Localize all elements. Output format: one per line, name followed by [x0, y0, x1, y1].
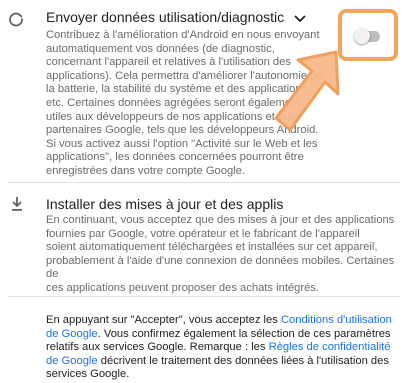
- updates-description: En continuant, vous acceptez que des mis…: [46, 214, 401, 296]
- description-line: Si vous activez aussi l'option "Activité…: [46, 137, 318, 150]
- section-divider: [8, 296, 400, 297]
- updates-title-text: Installer des mises à jour et des applis: [46, 196, 284, 212]
- diagnostic-refresh-icon: [8, 11, 24, 32]
- highlight-arrow: [274, 50, 340, 132]
- download-icon: [10, 196, 24, 217]
- legal-notice: En appuyant sur "Accepter", vous accepte…: [46, 314, 394, 382]
- description-line: ces applications peuvent proposer des ac…: [46, 281, 320, 294]
- section-divider: [8, 182, 400, 183]
- usage-toggle-switch[interactable]: [354, 28, 380, 44]
- description-line: fournies par Google, votre opérateur et …: [46, 227, 360, 240]
- description-line: enregistrées dans votre compte Google.: [46, 164, 245, 177]
- updates-title[interactable]: Installer des mises à jour et des applis: [46, 196, 283, 212]
- description-line: En continuant, vous acceptez que des mis…: [46, 214, 395, 226]
- chevron-down-icon[interactable]: [294, 10, 306, 26]
- legal-text: décrivent le traitement des données liée…: [46, 354, 389, 381]
- description-line: Contribuez à l'amélioration d'Android en…: [46, 29, 320, 41]
- description-line: applications", les données concernées po…: [46, 151, 304, 164]
- description-line: probablement à l'aide d'une connexion de…: [46, 254, 395, 281]
- toggle-knob: [354, 28, 370, 44]
- legal-text: En appuyant sur "Accepter", vous accepte…: [46, 314, 281, 326]
- usage-diagnostic-title-text: Envoyer données utilisation/diagnostic: [46, 9, 285, 25]
- description-line: soient automatiquement téléchargées et i…: [46, 241, 378, 254]
- usage-toggle-highlight: [338, 9, 398, 61]
- usage-diagnostic-title[interactable]: Envoyer données utilisation/diagnostic: [46, 9, 306, 26]
